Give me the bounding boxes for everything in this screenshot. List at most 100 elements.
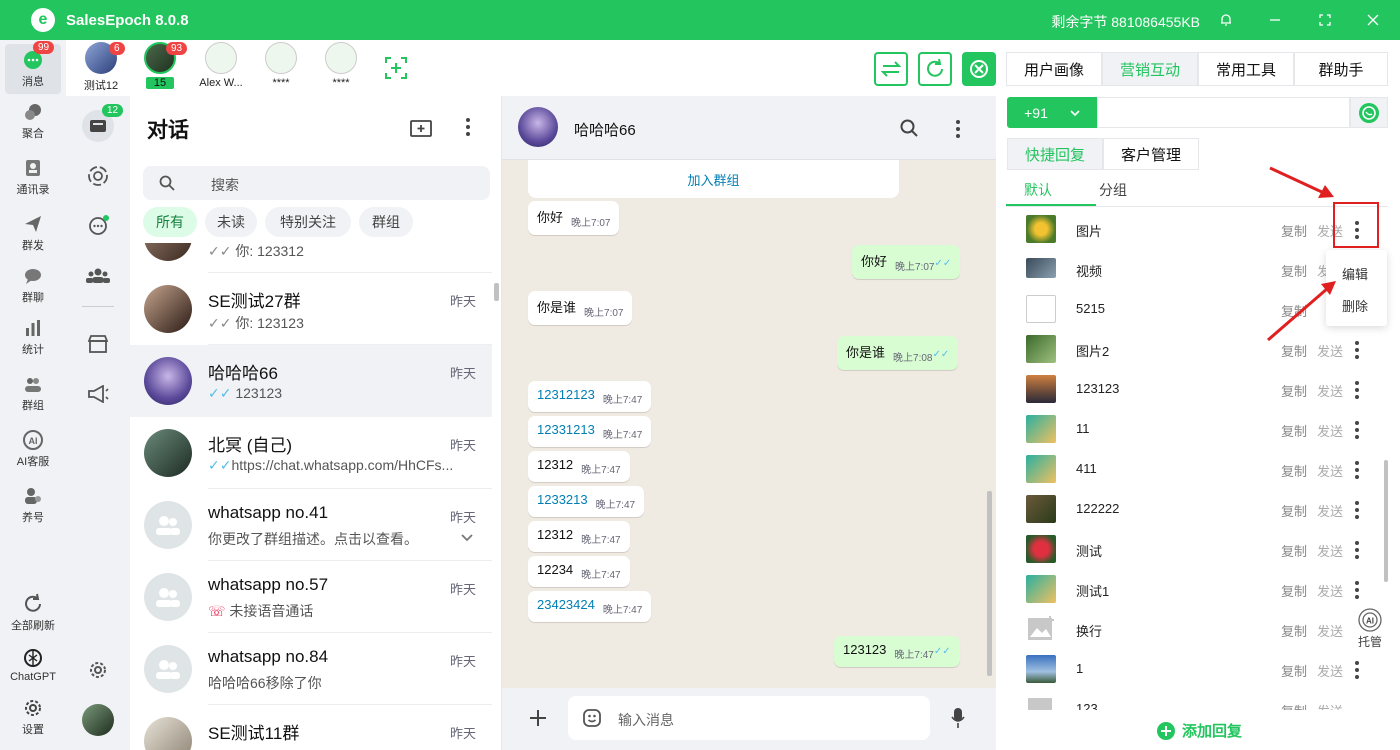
chat-row[interactable]: SE测试11群 昨天 [130,705,492,750]
copy-button[interactable]: 复制 [1281,381,1307,400]
avatar[interactable] [518,107,558,147]
message-bubble[interactable]: 你好 晚上7:07✓✓ [852,245,961,279]
chat-row[interactable]: ✓✓ 你: 123312 [130,243,492,273]
nav-item-contacts[interactable]: 通讯录 [5,152,61,202]
send-button[interactable]: 发送 [1317,581,1343,600]
scrollbar[interactable] [1384,460,1388,582]
filter-unread[interactable]: 未读 [205,207,257,237]
country-code-select[interactable]: +91 [1007,97,1097,128]
copy-button[interactable]: 复制 [1281,501,1307,520]
quick-reply-row[interactable]: 123 复制 发送 [996,690,1386,710]
store-icon[interactable] [82,328,114,360]
quick-reply-row[interactable]: 1 复制 发送 [996,650,1386,690]
more-icon[interactable] [1353,539,1361,561]
add-reply-button[interactable]: 添加回复 [1156,720,1242,741]
account-item[interactable]: 测试12 6 [71,42,131,94]
chat-row[interactable]: whatsapp no.84 昨天 哈哈哈66移除了你 [130,633,492,705]
tab-user-profile[interactable]: 用户画像 [1006,52,1102,86]
tab-marketing[interactable]: 营销互动 [1102,52,1198,86]
copy-button[interactable]: 复制 [1281,261,1307,280]
send-button[interactable]: 发送 [1317,621,1343,640]
copy-button[interactable]: 复制 [1281,221,1307,240]
account-item[interactable]: **** [311,42,371,94]
copy-button[interactable]: 复制 [1281,581,1307,600]
nav-item-nurture[interactable]: 养号 [5,480,61,530]
quick-reply-row[interactable]: 图片2 复制 发送 [996,330,1386,370]
plus-icon[interactable] [528,708,548,728]
message-bubble[interactable]: 12312123 晚上7:47 [528,381,652,412]
nav-item-refresh-all[interactable]: 全部刷新 [5,588,61,638]
filter-all[interactable]: 所有 [143,207,197,237]
message-bubble[interactable]: 12234 晚上7:47 [528,556,630,587]
send-button[interactable]: 发送 [1317,381,1343,400]
chat-row[interactable]: whatsapp no.41 昨天 你更改了群组描述。点击以查看。 [130,489,492,561]
new-chat-icon[interactable] [410,118,432,143]
contact-name[interactable]: 哈哈哈66 [574,119,636,140]
message-bubble[interactable]: 23423424 晚上7:47 [528,591,652,622]
profile-avatar[interactable] [82,704,114,736]
quick-reply-row[interactable]: 122222 复制 发送 [996,490,1386,530]
message-bubble[interactable]: 12331213 晚上7:47 [528,416,652,447]
send-button[interactable]: 发送 [1317,501,1343,520]
more-icon[interactable] [1353,659,1361,681]
nav-item-merge[interactable]: 聚合 [5,96,61,146]
subtab-customer-management[interactable]: 客户管理 [1103,138,1199,170]
account-item[interactable]: Alex W... [191,42,251,94]
more-icon[interactable] [466,118,470,136]
switch-button[interactable] [874,52,908,86]
copy-button[interactable]: 复制 [1281,661,1307,680]
more-icon[interactable] [1353,579,1361,601]
nav-item-settings[interactable]: 设置 [5,692,61,742]
quick-reply-row[interactable]: 411 复制 发送 [996,450,1386,490]
tab-tools[interactable]: 常用工具 [1198,52,1294,86]
chat-row[interactable]: SE测试27群 昨天 ✓✓ 你: 123123 [130,273,492,345]
send-button[interactable]: 发送 [1317,421,1343,440]
nav-item-stats[interactable]: 统计 [5,312,61,362]
search-input[interactable]: 搜索 [143,166,490,200]
channels-icon[interactable] [82,210,114,242]
search-icon[interactable] [900,119,918,137]
quick-reply-row[interactable]: 图片 复制 发送 [996,210,1386,250]
account-item[interactable]: **** [251,42,311,94]
send-button[interactable]: 发送 [1317,661,1343,680]
subtab-quick-reply[interactable]: 快捷回复 [1007,138,1103,170]
communities-icon[interactable] [82,260,114,292]
add-account-icon[interactable] [384,56,408,85]
message-bubble[interactable]: 123123 晚上7:47✓✓ [834,636,960,667]
megaphone-icon[interactable] [82,378,114,410]
status-icon[interactable] [82,160,114,192]
message-input[interactable]: 输入消息 [568,696,930,740]
microphone-icon[interactable] [951,707,965,729]
nav-item-group-chat[interactable]: 群聊 [5,260,61,310]
more-icon[interactable] [1353,339,1361,361]
more-icon[interactable] [956,120,960,138]
quick-reply-row[interactable]: 测试1 复制 发送 [996,570,1386,610]
bell-icon[interactable] [1214,8,1238,32]
maximize-icon[interactable] [1313,8,1337,32]
copy-button[interactable]: 复制 [1281,341,1307,360]
nav-item-groups[interactable]: 群组 [5,368,61,418]
message-bubble[interactable]: 12312 晚上7:47 [528,451,630,482]
message-bubble[interactable]: 12312 晚上7:47 [528,521,630,552]
filter-starred[interactable]: 特别关注 [265,207,351,237]
copy-button[interactable]: 复制 [1281,421,1307,440]
send-button[interactable]: 发送 [1317,541,1343,560]
delete-menu-item[interactable]: 删除 [1342,296,1368,315]
scrollbar[interactable] [987,491,992,676]
message-bubble[interactable]: 1233213 晚上7:47 [528,486,645,517]
copy-button[interactable]: 复制 [1281,461,1307,480]
group-tab-groups[interactable]: 分组 [1099,180,1127,200]
chat-row[interactable]: 北冥 (自己) 昨天 ✓✓https://chat.whatsapp.com/H… [130,417,492,489]
nav-item-ai[interactable]: AI AI客服 [5,424,61,474]
chats-icon[interactable]: 12 [82,104,124,142]
chat-row-selected[interactable]: 哈哈哈66 昨天 ✓✓ 123123 [130,345,492,417]
quick-reply-row[interactable]: 换行 复制 发送 [996,610,1386,650]
edit-menu-item[interactable]: 编辑 [1342,264,1368,283]
settings-icon[interactable] [82,654,114,686]
send-button[interactable]: 发送 [1317,701,1343,710]
sticker-icon[interactable] [582,708,602,728]
quick-reply-row[interactable]: 123123 复制 发送 [996,370,1386,410]
send-button[interactable]: 发送 [1317,461,1343,480]
group-tab-default[interactable]: 默认 [1024,180,1052,200]
filter-groups[interactable]: 群组 [359,207,413,237]
